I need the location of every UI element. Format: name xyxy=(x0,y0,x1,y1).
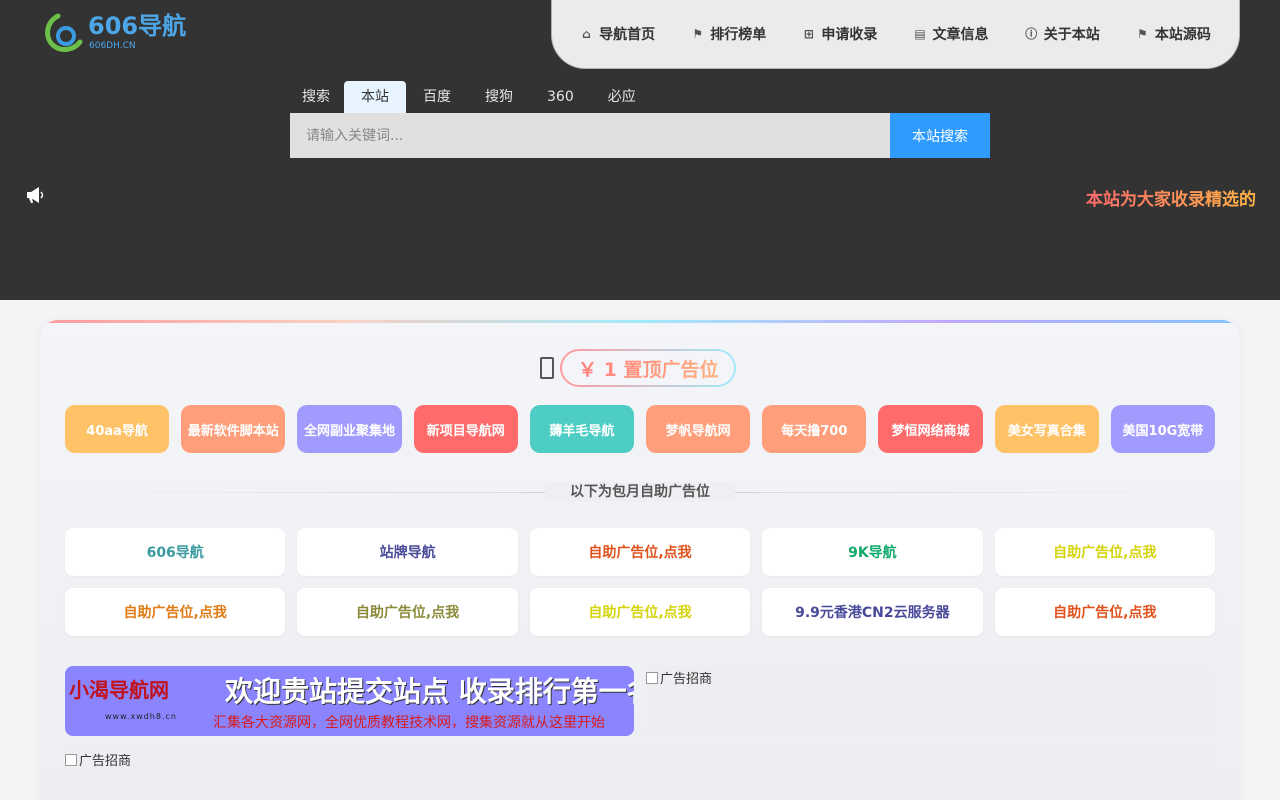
nav-item-about[interactable]: ⓘ 关于本站 xyxy=(1025,24,1100,44)
featured-link[interactable]: 最新软件脚本站 xyxy=(181,405,286,453)
featured-links: 40aa导航 最新软件脚本站 全网副业聚集地 新项目导航网 薅羊毛导航 梦帆导航… xyxy=(65,405,1216,453)
featured-link[interactable]: 薅羊毛导航 xyxy=(529,405,635,453)
banner-tagline: 汇集各大资源网，全网优质教程技术网，搜集资源就从这里开始 xyxy=(213,715,605,731)
monthly-ad-link[interactable]: 自助广告位,点我 xyxy=(529,588,751,636)
search-tab-sogou[interactable]: 搜狗 xyxy=(468,81,530,113)
flag-icon: ⚑ xyxy=(1136,26,1148,41)
nav-item-home[interactable]: ⌂ 导航首页 xyxy=(580,24,655,44)
banner-alt-text: 广告招商 xyxy=(79,754,132,769)
monthly-ad-link[interactable]: 自助广告位,点我 xyxy=(297,588,518,636)
top-ad-slot[interactable]: ￥ 1 置顶广告位 xyxy=(540,349,736,387)
nav-label: 文章信息 xyxy=(932,27,989,43)
monthly-ad-link[interactable]: 站牌导航 xyxy=(297,528,518,576)
banner-ads: 小渴导航网 www.xwdh8.cn 欢迎贵站提交站点 收录排行第一名 汇集各大… xyxy=(65,666,1215,800)
broken-image-icon xyxy=(646,671,658,684)
nav-label: 排行榜单 xyxy=(710,27,767,43)
info-circle-icon: ⓘ xyxy=(1025,26,1038,41)
logo-subtext: 606DH.CN xyxy=(89,41,136,51)
search-tab-360[interactable]: 360 xyxy=(530,81,591,113)
broken-image-alt: 广告招商 xyxy=(646,668,712,687)
mobile-icon xyxy=(540,357,554,379)
flag-icon: ⚑ xyxy=(692,26,704,41)
banner-headline: 欢迎贵站提交站点 收录排行第一名 xyxy=(225,675,634,708)
plus-square-icon: ⊞ xyxy=(803,26,814,41)
monthly-ad-link[interactable]: 606导航 xyxy=(65,528,286,576)
search-box: 本站搜索 xyxy=(290,113,990,158)
monthly-ad-grid: 606导航 站牌导航 自助广告位,点我 9K导航 自助广告位,点我 自助广告位,… xyxy=(65,528,1215,636)
banner-ad-slot[interactable]: 广告招商 xyxy=(646,666,1215,736)
featured-link[interactable]: 美国10G宽带 xyxy=(1110,405,1216,453)
nav-label: 申请收录 xyxy=(821,27,878,43)
search-tab-site[interactable]: 本站 xyxy=(344,81,406,113)
header: 606导航 606DH.CN ⌂ 导航首页 ⚑ 排行榜单 ⊞ 申请收录 ▤ 文章… xyxy=(0,0,1280,300)
logo-text: 606导航 xyxy=(88,12,186,40)
search-tab-label: 搜索 xyxy=(302,89,330,105)
featured-link[interactable]: 梦恒网络商城 xyxy=(878,405,983,453)
banner-ad-slot[interactable]: 广告招商 xyxy=(65,748,634,800)
featured-link[interactable]: 全网副业聚集地 xyxy=(297,405,402,453)
featured-link[interactable]: 40aa导航 xyxy=(65,405,170,453)
nav-label: 本站源码 xyxy=(1154,27,1211,43)
monthly-section-title: 以下为包月自助广告位 xyxy=(545,482,735,502)
search-input[interactable] xyxy=(290,113,890,158)
nav-item-articles[interactable]: ▤ 文章信息 xyxy=(914,24,989,44)
featured-link[interactable]: 美女写真合集 xyxy=(994,405,1099,453)
nav-label: 关于本站 xyxy=(1043,27,1100,43)
monthly-ad-link[interactable]: 9.9元香港CN2云服务器 xyxy=(762,588,983,636)
monthly-ad-link[interactable]: 自助广告位,点我 xyxy=(65,588,286,636)
search-button[interactable]: 本站搜索 xyxy=(890,113,990,158)
featured-link[interactable]: 新项目导航网 xyxy=(413,405,518,453)
content-panel: ￥ 1 置顶广告位 40aa导航 最新软件脚本站 全网副业聚集地 新项目导航网 … xyxy=(40,320,1240,800)
banner-ad-xwdh[interactable]: 小渴导航网 www.xwdh8.cn 欢迎贵站提交站点 收录排行第一名 汇集各大… xyxy=(65,666,634,736)
monthly-ad-link[interactable]: 自助广告位,点我 xyxy=(994,528,1215,576)
monthly-ad-link[interactable]: 9K导航 xyxy=(762,528,983,576)
top-nav: ⌂ 导航首页 ⚑ 排行榜单 ⊞ 申请收录 ▤ 文章信息 ⓘ 关于本站 ⚑ 本站源… xyxy=(551,0,1240,69)
featured-link[interactable]: 每天撸700 xyxy=(762,405,867,453)
banner-alt-text: 广告招商 xyxy=(660,672,713,687)
megaphone-icon xyxy=(25,186,45,204)
top-ad-pill[interactable]: ￥ 1 置顶广告位 xyxy=(560,349,736,387)
banner-url-text: www.xwdh8.cn xyxy=(105,712,177,721)
search-tab-bing[interactable]: 必应 xyxy=(591,81,653,113)
featured-link[interactable]: 梦帆导航网 xyxy=(646,405,751,453)
banner-ad-slot-empty[interactable] xyxy=(646,748,1215,800)
notice-marquee-text: 本站为大家收录精选的 xyxy=(1086,185,1256,210)
monthly-ad-link[interactable]: 自助广告位,点我 xyxy=(529,528,751,576)
panel-accent-line xyxy=(40,320,1240,323)
monthly-ad-link[interactable]: 自助广告位,点我 xyxy=(994,588,1215,636)
nav-item-apply[interactable]: ⊞ 申请收录 xyxy=(802,24,878,44)
search-tab-baidu[interactable]: 百度 xyxy=(406,81,468,113)
search-tabs: 搜索 本站 百度 搜狗 360 必应 xyxy=(290,81,653,113)
top-ad-label: ￥ 1 置顶广告位 xyxy=(578,355,718,382)
site-logo[interactable]: 606导航 606DH.CN xyxy=(44,8,214,54)
banner-logo-text: 小渴导航网 xyxy=(69,678,169,702)
nav-item-ranking[interactable]: ⚑ 排行榜单 xyxy=(691,24,766,44)
broken-image-icon xyxy=(65,753,77,766)
nav-label: 导航首页 xyxy=(599,27,656,43)
nav-item-source[interactable]: ⚑ 本站源码 xyxy=(1136,24,1211,44)
home-icon: ⌂ xyxy=(582,26,591,41)
broken-image-alt: 广告招商 xyxy=(65,750,131,769)
book-icon: ▤ xyxy=(914,26,926,41)
